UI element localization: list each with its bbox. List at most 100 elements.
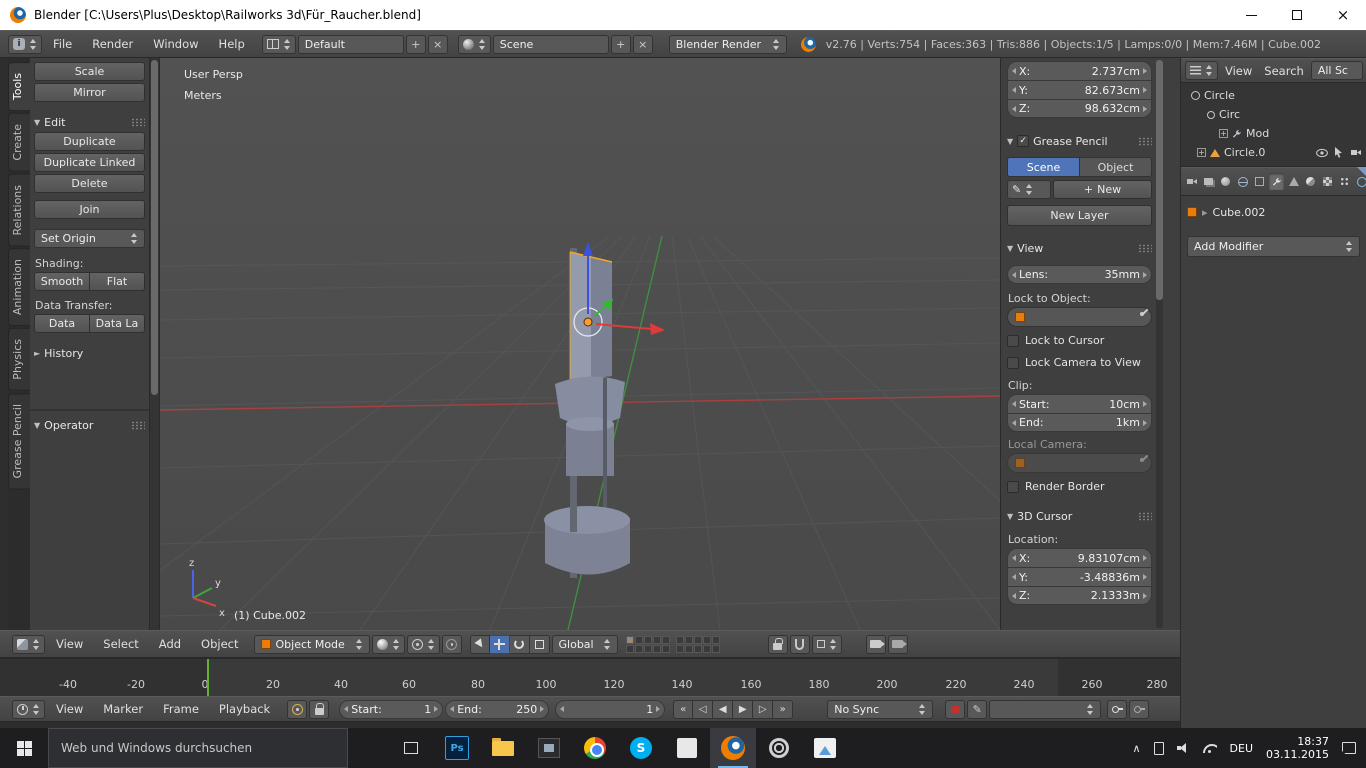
layer-toggle[interactable] (662, 645, 670, 653)
outliner-filter-dropdown[interactable]: All Sc (1311, 61, 1363, 80)
toolshelf-tab-grease-pencil[interactable]: Grease Pencil (8, 393, 30, 489)
task-view-button[interactable] (388, 728, 434, 768)
menu-window[interactable]: Window (144, 37, 207, 51)
current-frame-field[interactable]: 1 (555, 700, 665, 719)
npanel-scrollbar[interactable] (1156, 60, 1163, 628)
delete-layout-button[interactable]: × (428, 35, 448, 54)
layer-toggle[interactable] (626, 645, 634, 653)
lock-to-cursor-row[interactable]: Lock to Cursor (1007, 332, 1152, 349)
eyedropper-icon[interactable] (1133, 312, 1144, 323)
data-transfer-data-button[interactable]: Data (34, 314, 90, 333)
eyedropper-icon[interactable] (1133, 458, 1144, 469)
panel-grip-icon[interactable] (1138, 137, 1152, 146)
start-button[interactable] (0, 728, 48, 768)
frame-start-field[interactable]: Start: 1 (339, 700, 443, 719)
location-z-field[interactable]: Z: 98.632cm (1007, 99, 1152, 118)
maximize-button[interactable] (1274, 0, 1320, 30)
delete-keyframe-button[interactable] (1129, 700, 1149, 719)
duplicate-linked-button[interactable]: Duplicate Linked (34, 153, 145, 172)
npanel-scrollbar-thumb[interactable] (1156, 60, 1163, 300)
taskbar-app-explorer[interactable] (480, 728, 526, 768)
clip-start-field[interactable]: Start: 10cm (1007, 394, 1152, 413)
decrement-icon[interactable] (1012, 593, 1016, 599)
expand-icon[interactable]: + (1197, 148, 1206, 157)
preview-range-toggle[interactable] (287, 700, 307, 719)
increment-icon[interactable] (656, 706, 660, 712)
hidden-icons-chevron[interactable]: ∧ (1132, 742, 1140, 755)
mirror-button[interactable]: Mirror (34, 83, 145, 102)
opengl-render-button[interactable] (866, 635, 886, 654)
insert-keyframe-button[interactable] (1107, 700, 1127, 719)
jump-to-start-button[interactable]: « (673, 700, 693, 719)
delete-scene-button[interactable]: × (633, 35, 653, 54)
outliner-item-circ-data[interactable]: Circ (1181, 105, 1366, 124)
close-button[interactable]: × (1320, 0, 1366, 30)
timeline-menu-frame[interactable]: Frame (154, 702, 208, 716)
location-x-field[interactable]: X: 2.737cm (1007, 61, 1152, 80)
snap-element-dropdown[interactable] (812, 635, 842, 654)
material-tab[interactable] (1303, 173, 1318, 190)
scene-dropdown[interactable]: Scene (493, 35, 609, 54)
renderability-camera-icon[interactable] (1350, 148, 1362, 157)
layer-toggle[interactable] (712, 636, 720, 644)
increment-icon[interactable] (540, 706, 544, 712)
layer-toggle[interactable] (635, 636, 643, 644)
play-reverse-button[interactable]: ◀ (713, 700, 733, 719)
decrement-icon[interactable] (1012, 420, 1016, 426)
outliner-menu-view[interactable]: View (1220, 64, 1257, 78)
layer-toggle[interactable] (653, 636, 661, 644)
modifiers-tab[interactable] (1269, 173, 1284, 190)
render-border-row[interactable]: Render Border (1007, 478, 1152, 495)
increment-icon[interactable] (1143, 68, 1147, 74)
jump-to-end-button[interactable]: » (773, 700, 793, 719)
frame-end-field[interactable]: End: 250 (445, 700, 549, 719)
manipulator-rotate-button[interactable] (510, 635, 530, 654)
editor-type-timeline-button[interactable] (12, 700, 45, 719)
menu-help[interactable]: Help (210, 37, 254, 51)
toolshelf-tab-physics[interactable]: Physics (8, 328, 30, 391)
lock-camera-row[interactable]: Lock Camera to View (1007, 354, 1152, 371)
toolshelf-scrollbar-thumb[interactable] (151, 60, 158, 395)
layer-toggle[interactable] (703, 636, 711, 644)
object-tab[interactable] (1252, 173, 1267, 190)
lock-to-scene-toggle[interactable] (768, 635, 788, 654)
keying-set-dropdown[interactable] (989, 700, 1101, 719)
manipulator-scale-button[interactable] (530, 635, 550, 654)
toolshelf-scrollbar[interactable] (150, 58, 160, 630)
object-data-tab[interactable] (1286, 173, 1301, 190)
viewport-shading-dropdown[interactable] (372, 635, 405, 654)
decrement-icon[interactable] (1012, 574, 1016, 580)
outliner-item-circle[interactable]: Circle (1181, 86, 1366, 105)
gp-new-button[interactable]: + New (1053, 180, 1152, 199)
render-border-checkbox[interactable] (1007, 481, 1019, 493)
layer-toggle[interactable] (685, 636, 693, 644)
keying-draw-button[interactable]: ✎ (967, 700, 987, 719)
decrement-icon[interactable] (344, 706, 348, 712)
increment-icon[interactable] (1143, 87, 1147, 93)
decrement-icon[interactable] (1012, 272, 1016, 278)
cursor-z-field[interactable]: Z: 2.1333m (1007, 586, 1152, 605)
play-button[interactable]: ▶ (733, 700, 753, 719)
outliner-item-modifiers[interactable]: + Mod (1181, 124, 1366, 143)
increment-icon[interactable] (1143, 593, 1147, 599)
layer-toggle[interactable] (694, 636, 702, 644)
lock-to-cursor-checkbox[interactable] (1007, 335, 1019, 347)
layer-toggle[interactable] (694, 645, 702, 653)
editor-type-3dview-button[interactable] (12, 635, 45, 654)
decrement-icon[interactable] (560, 706, 564, 712)
pivot-align-toggle[interactable] (442, 635, 462, 654)
visibility-eye-icon[interactable] (1316, 148, 1328, 158)
outliner-item-circle0[interactable]: + Circle.0 (1181, 143, 1366, 162)
menu-file[interactable]: File (44, 37, 81, 51)
viewport-menu-select[interactable]: Select (94, 637, 147, 651)
gp-scene-tab[interactable]: Scene (1007, 157, 1080, 177)
editor-type-info-button[interactable]: i (8, 35, 42, 54)
layer-toggle[interactable] (676, 636, 684, 644)
gp-draw-mode-dropdown[interactable]: ✎ (1007, 180, 1051, 199)
viewport-3d[interactable]: z y x User Persp Meters (1) Cube.002 (160, 58, 1000, 630)
editor-type-outliner-button[interactable] (1185, 61, 1218, 80)
cursor-y-field[interactable]: Y: -3.48836m (1007, 567, 1152, 586)
manipulator-toggle-button[interactable] (470, 635, 490, 654)
current-frame-indicator[interactable] (207, 659, 209, 696)
increment-icon[interactable] (434, 706, 438, 712)
